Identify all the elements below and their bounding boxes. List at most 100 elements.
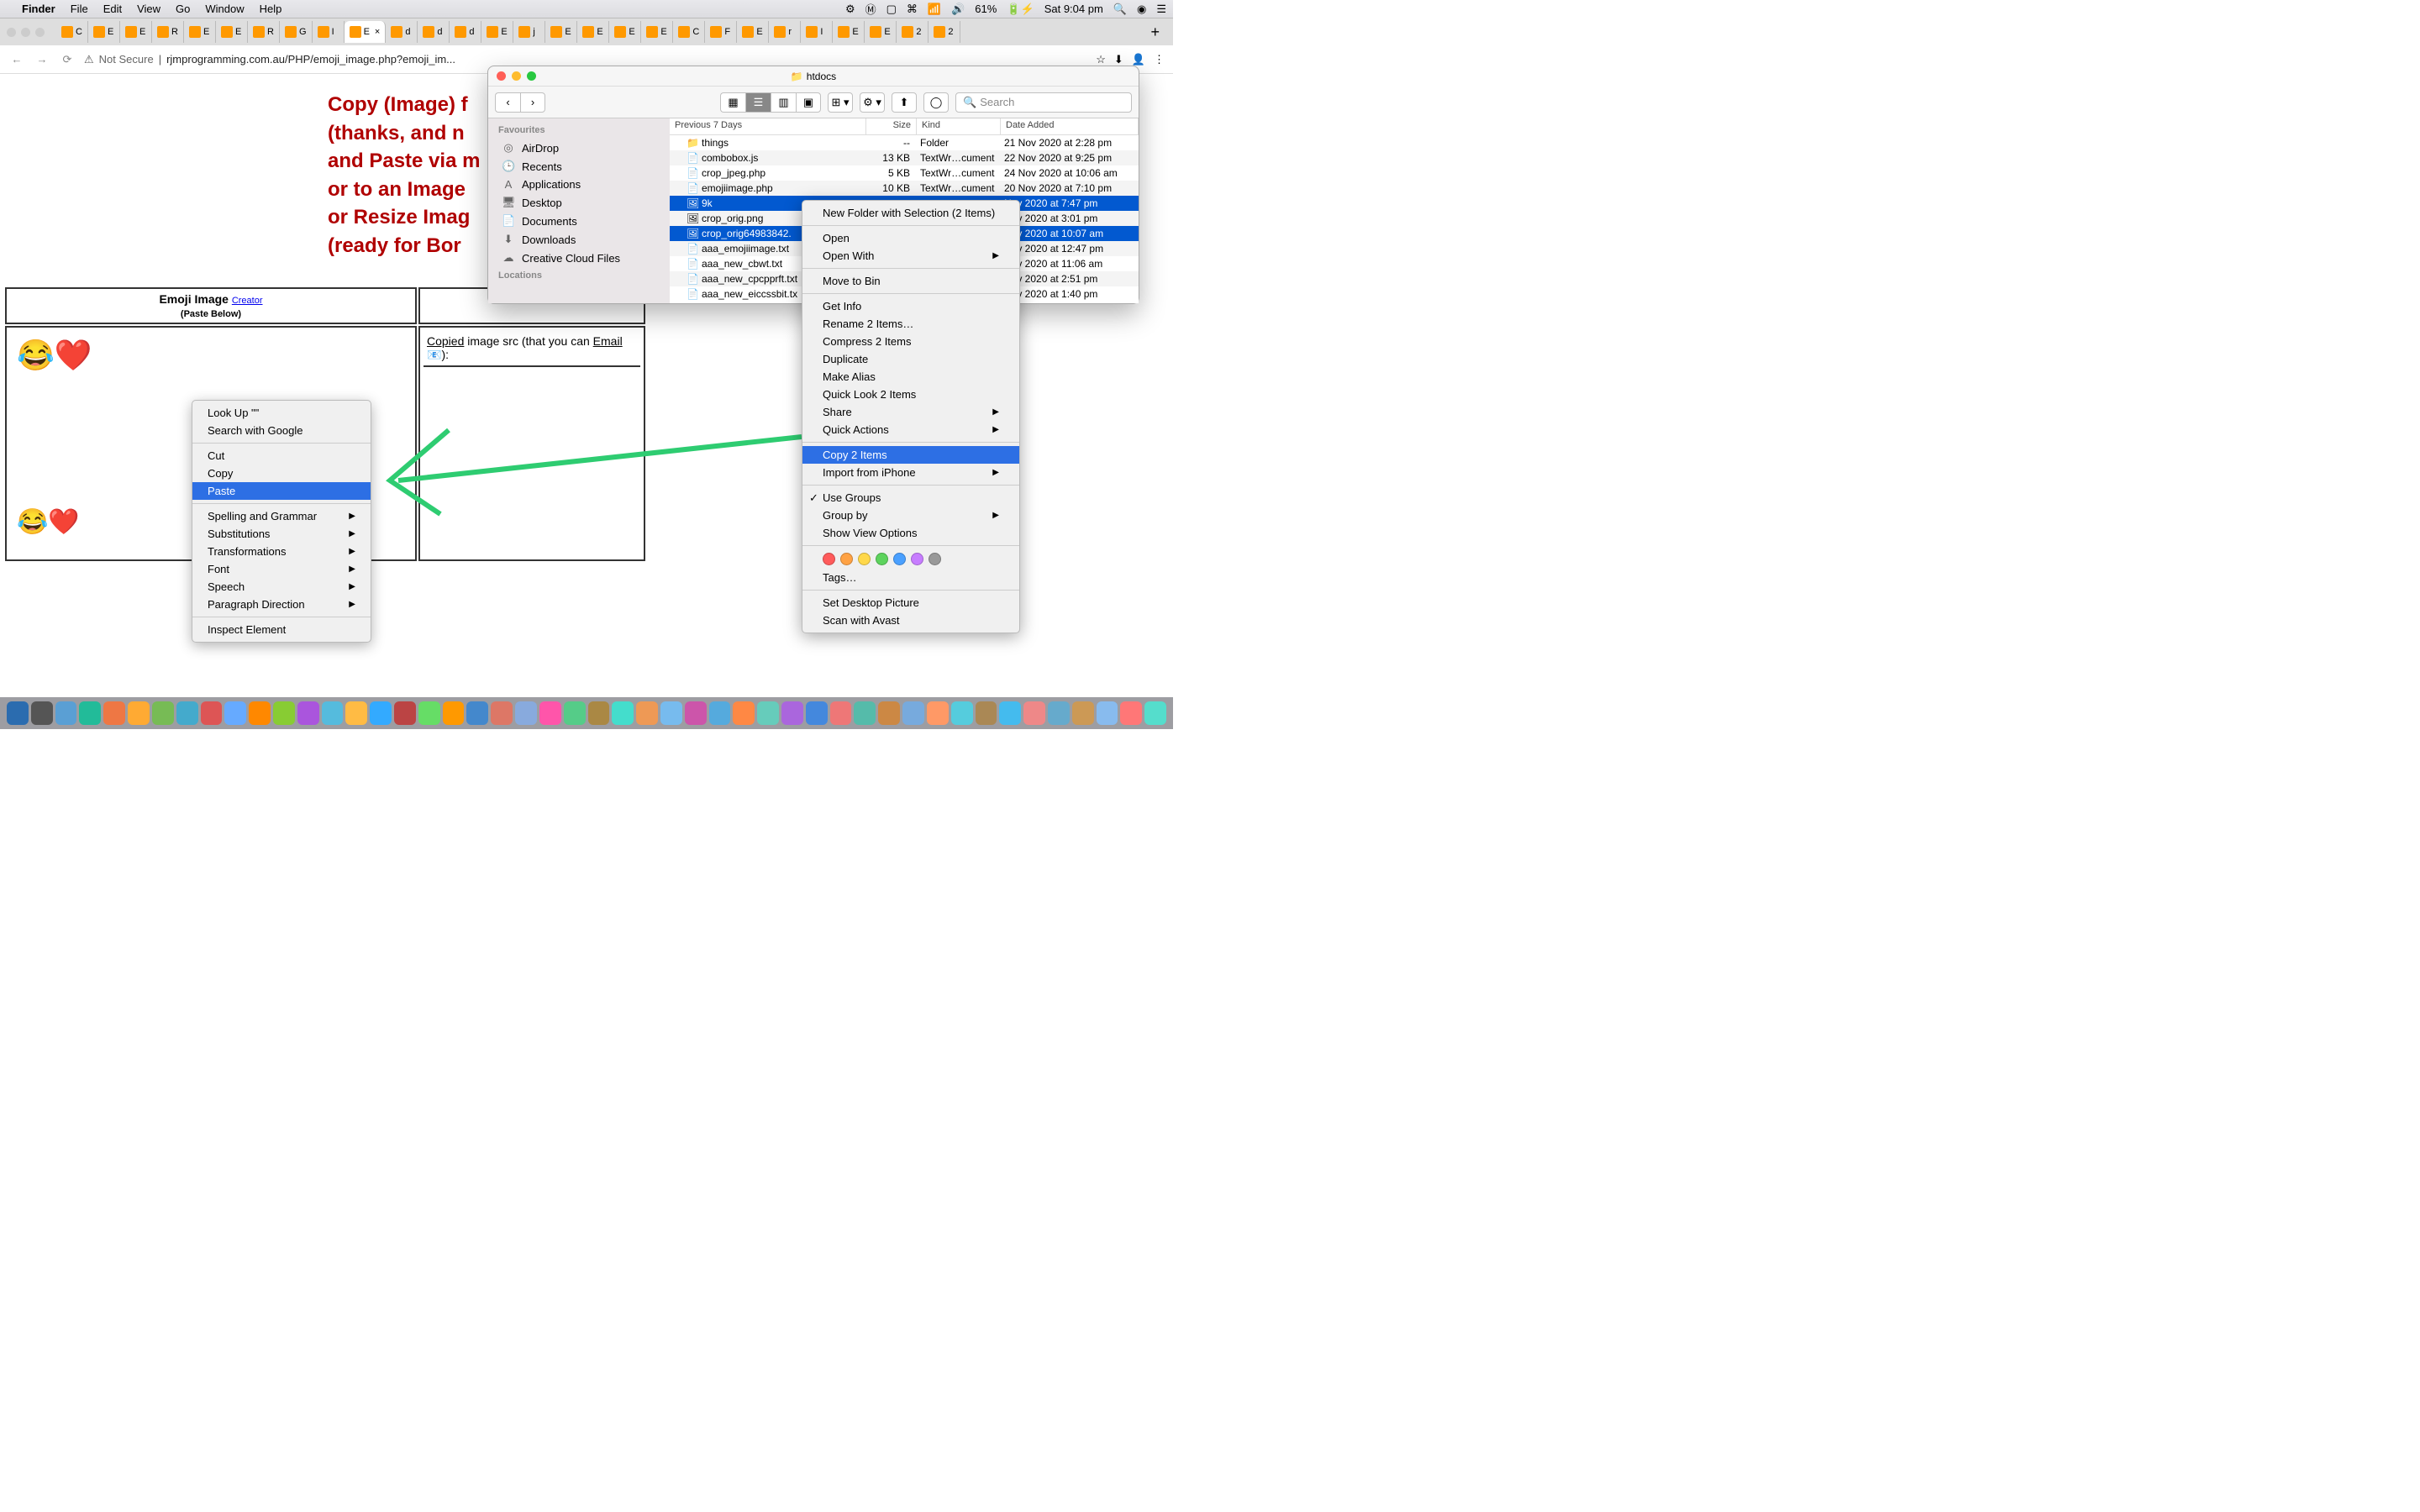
sidebar-item-recents[interactable]: 🕒Recents (488, 157, 670, 176)
status-icon[interactable]: Ⓜ (865, 1, 876, 17)
app-name[interactable]: Finder (22, 3, 55, 15)
file-row[interactable]: 📄crop_jpeg.php5 KBTextWr…cument24 Nov 20… (670, 165, 1139, 181)
browser-tab[interactable]: d (386, 21, 418, 43)
view-list-button[interactable]: ☰ (745, 92, 771, 113)
nav-back-button[interactable]: ‹ (495, 92, 520, 113)
window-controls[interactable] (7, 28, 45, 37)
menu-window[interactable]: Window (205, 3, 244, 15)
view-columns-button[interactable]: ▥ (771, 92, 796, 113)
tag-color-dot[interactable] (823, 553, 835, 565)
dock-app[interactable] (927, 701, 949, 725)
tag-color-dot[interactable] (929, 553, 941, 565)
dock-app[interactable] (830, 701, 852, 725)
browser-tab[interactable]: E (609, 21, 641, 43)
file-row[interactable]: 📄combobox.js13 KBTextWr…cument22 Nov 202… (670, 150, 1139, 165)
fctx-make-alias[interactable]: Make Alias (802, 368, 1019, 386)
dock-app[interactable] (418, 701, 440, 725)
dock-app[interactable] (709, 701, 731, 725)
browser-tab[interactable]: 2 (897, 21, 929, 43)
tag-color-dot[interactable] (858, 553, 871, 565)
fctx-duplicate[interactable]: Duplicate (802, 350, 1019, 368)
fctx-copy[interactable]: Copy 2 Items (802, 446, 1019, 464)
ctx-transformations[interactable]: Transformations▶ (192, 543, 371, 560)
sidebar-item-airdrop[interactable]: ◎AirDrop (488, 139, 670, 157)
dock-app[interactable] (322, 701, 344, 725)
dock-app[interactable] (660, 701, 682, 725)
dock-app[interactable] (539, 701, 561, 725)
group-button[interactable]: ⊞ ▾ (828, 92, 853, 113)
dock-app[interactable] (7, 701, 29, 725)
fctx-new-folder[interactable]: New Folder with Selection (2 Items) (802, 204, 1019, 222)
ctx-search-google[interactable]: Search with Google (192, 422, 371, 439)
finder-search[interactable]: 🔍Search (955, 92, 1132, 113)
browser-tab[interactable]: 2 (929, 21, 960, 43)
browser-tab[interactable]: C (56, 21, 88, 43)
dock-app[interactable] (297, 701, 319, 725)
dock-app[interactable] (201, 701, 223, 725)
airplay-icon[interactable]: ▢ (886, 3, 897, 16)
ctx-paste[interactable]: Paste (192, 482, 371, 500)
tag-color-dot[interactable] (893, 553, 906, 565)
dock-app[interactable] (757, 701, 779, 725)
browser-tab[interactable]: E (120, 21, 152, 43)
forward-button[interactable]: → (34, 51, 50, 68)
spotlight-icon[interactable]: 🔍 (1113, 3, 1127, 16)
dock-app[interactable] (999, 701, 1021, 725)
dock-app[interactable] (443, 701, 465, 725)
share-button[interactable]: ⬆ (892, 92, 917, 113)
fctx-tags[interactable]: Tags… (802, 569, 1019, 586)
menu-icon[interactable]: ⋮ (1154, 53, 1165, 66)
dock-app[interactable] (394, 701, 416, 725)
file-row[interactable]: 📄emojiimage.php10 KBTextWr…cument20 Nov … (670, 181, 1139, 196)
reload-button[interactable]: ⟳ (59, 51, 76, 68)
browser-tab[interactable]: d (450, 21, 481, 43)
dock-app[interactable] (1048, 701, 1070, 725)
view-gallery-button[interactable]: ▣ (796, 92, 821, 113)
dock-app[interactable] (491, 701, 513, 725)
browser-tab[interactable]: I (313, 21, 345, 43)
menu-help[interactable]: Help (260, 3, 282, 15)
fctx-import-iphone[interactable]: Import from iPhone▶ (802, 464, 1019, 481)
dock-app[interactable] (31, 701, 53, 725)
dock-app[interactable] (152, 701, 174, 725)
finder-window-controls[interactable] (497, 71, 536, 81)
tags-button[interactable]: ◯ (923, 92, 949, 113)
tag-color-dot[interactable] (911, 553, 923, 565)
bluetooth-icon[interactable]: ⌘ (907, 3, 918, 16)
dock-app[interactable] (224, 701, 246, 725)
ctx-spelling[interactable]: Spelling and Grammar▶ (192, 507, 371, 525)
browser-tab[interactable]: R (248, 21, 280, 43)
dock-app[interactable] (249, 701, 271, 725)
ctx-paragraph[interactable]: Paragraph Direction▶ (192, 596, 371, 613)
browser-tab[interactable]: C (673, 21, 705, 43)
dock-app[interactable] (685, 701, 707, 725)
clock[interactable]: Sat 9:04 pm (1044, 3, 1103, 15)
browser-tab[interactable]: E× (345, 21, 387, 43)
browser-tab[interactable]: r (769, 21, 801, 43)
address-bar[interactable]: ⚠ Not Secure | rjmprogramming.com.au/PHP… (84, 53, 1087, 66)
extension-icon[interactable]: ⬇ (1114, 53, 1123, 66)
menu-view[interactable]: View (137, 3, 160, 15)
browser-tab[interactable]: E (865, 21, 897, 43)
sidebar-item-creative-cloud-files[interactable]: ☁Creative Cloud Files (488, 249, 670, 267)
fctx-move-bin[interactable]: Move to Bin (802, 272, 1019, 290)
status-icon[interactable]: ⚙ (845, 3, 855, 16)
sidebar-item-downloads[interactable]: ⬇Downloads (488, 230, 670, 249)
menu-file[interactable]: File (71, 3, 88, 15)
browser-tab[interactable]: E (833, 21, 865, 43)
fctx-tag-colors[interactable] (802, 549, 1019, 569)
action-button[interactable]: ⚙ ▾ (860, 92, 885, 113)
dock-app[interactable] (273, 701, 295, 725)
bookmark-icon[interactable]: ☆ (1096, 53, 1106, 66)
dock-app[interactable] (515, 701, 537, 725)
fctx-set-desktop[interactable]: Set Desktop Picture (802, 594, 1019, 612)
dock-app[interactable] (806, 701, 828, 725)
browser-tab[interactable]: E (481, 21, 513, 43)
dock-app[interactable] (345, 701, 367, 725)
dock-app[interactable] (128, 701, 150, 725)
sidebar-item-documents[interactable]: 📄Documents (488, 212, 670, 230)
file-row[interactable]: 📁things--Folder21 Nov 2020 at 2:28 pm (670, 135, 1139, 150)
fctx-open-with[interactable]: Open With▶ (802, 247, 1019, 265)
close-icon[interactable]: × (375, 27, 380, 37)
back-button[interactable]: ← (8, 51, 25, 68)
